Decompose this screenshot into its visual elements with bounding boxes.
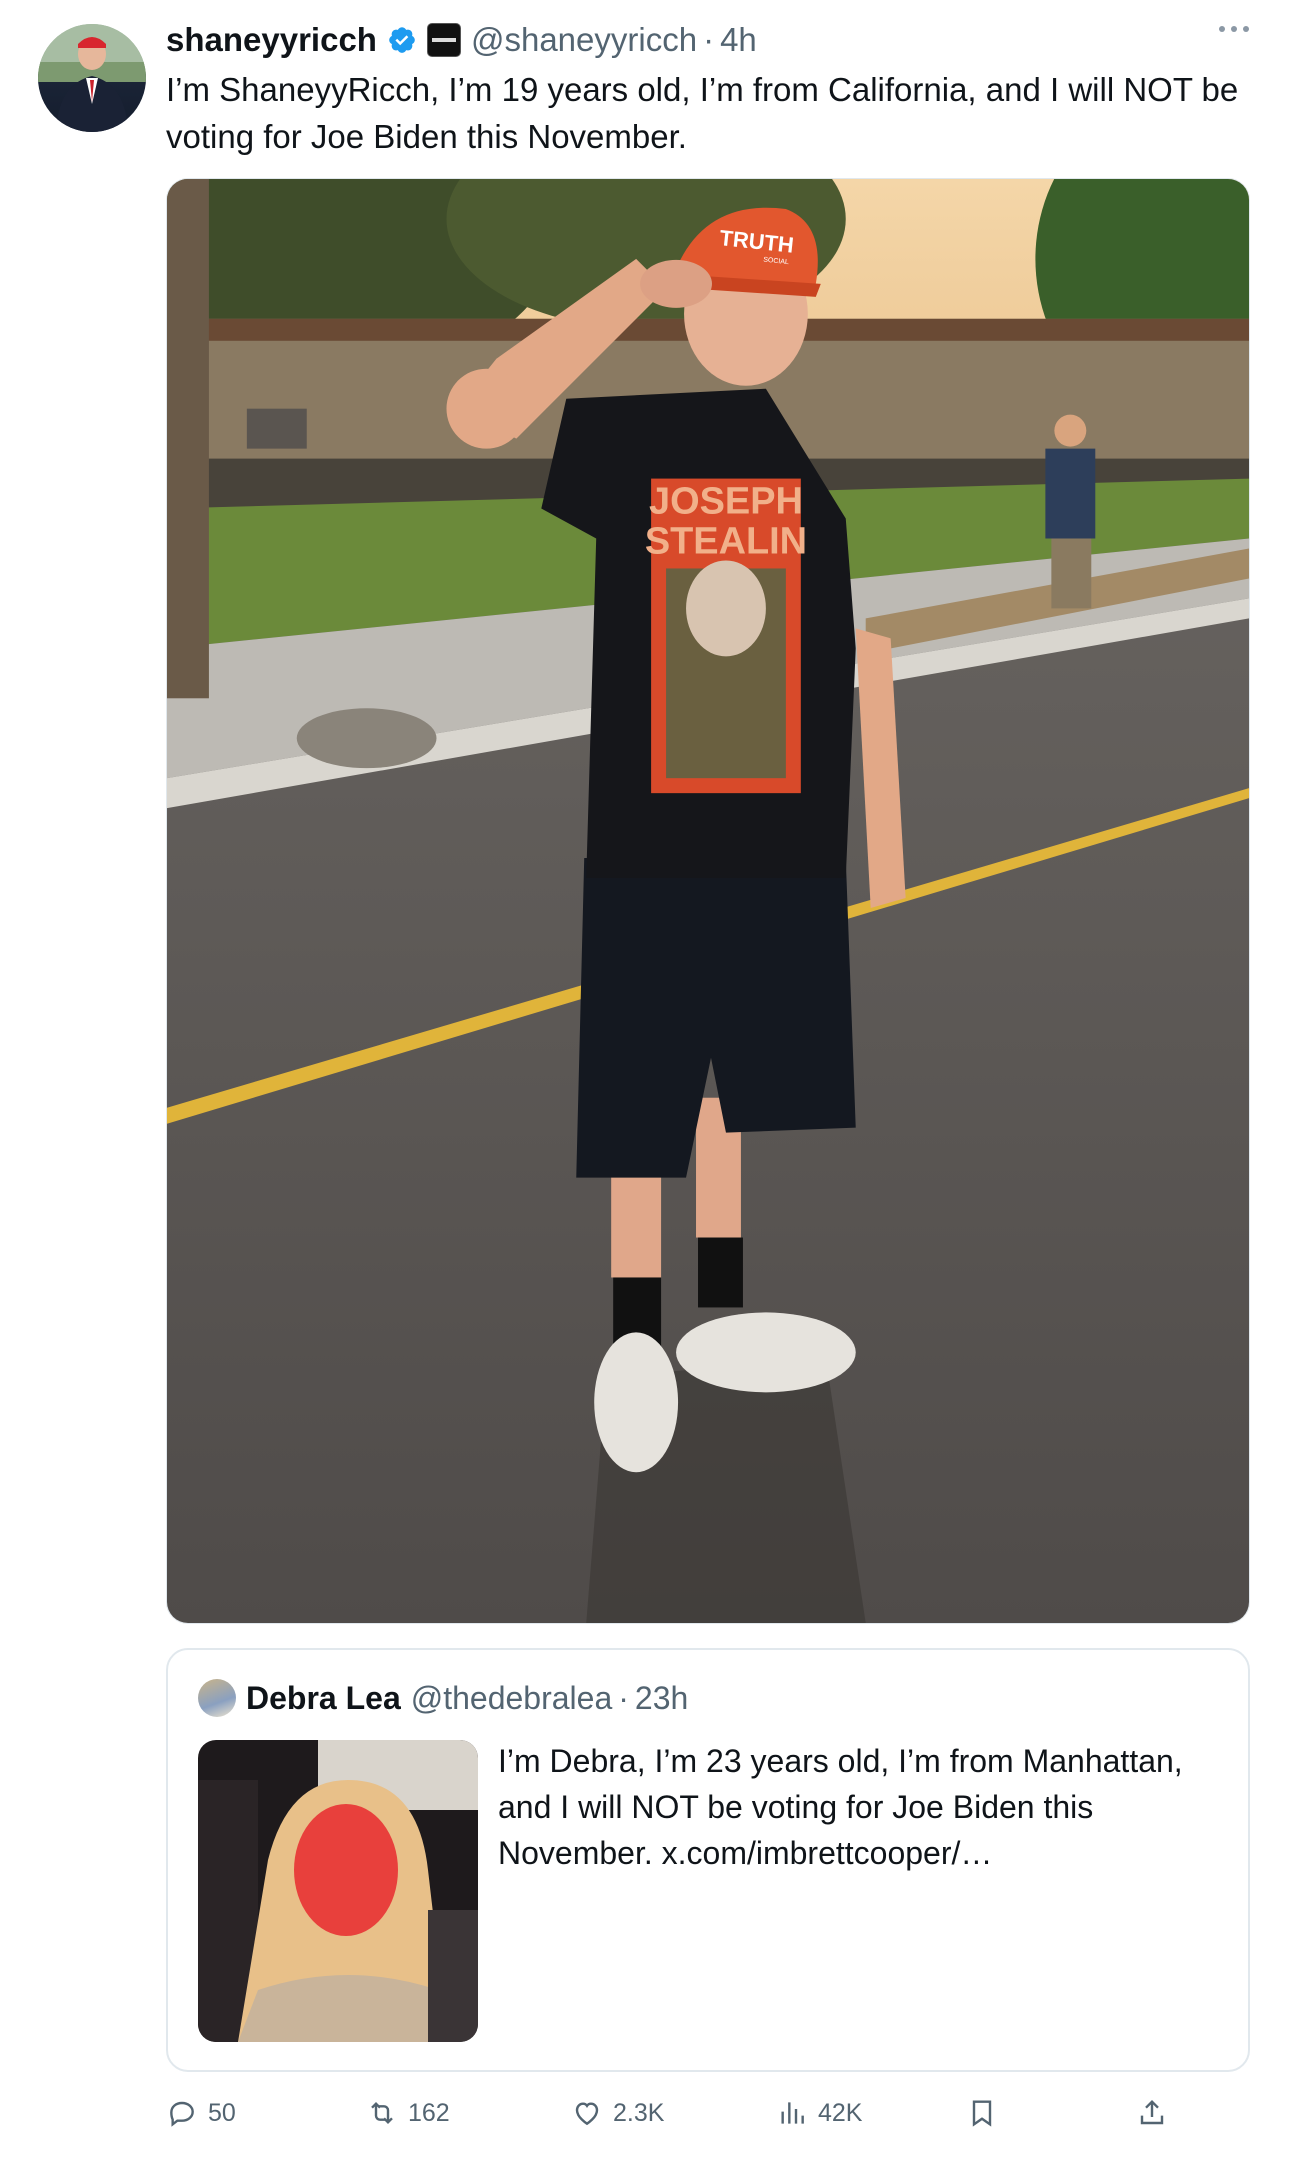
reply-icon [170, 2101, 194, 2127]
verified-badge-icon[interactable] [387, 25, 417, 55]
repost-button[interactable]: 162 [366, 2090, 450, 2136]
like-icon [575, 2102, 599, 2126]
share-button[interactable] [1136, 2090, 1168, 2136]
shirt-text-line1: JOSEPH [649, 481, 803, 523]
views-button[interactable]: 42K [776, 2090, 862, 2136]
author-handle[interactable]: @shaneyyricch [471, 21, 697, 59]
author-name[interactable]: shaneyyricch [166, 21, 377, 59]
quote-header: Debra Lea @thedebralea · 23h [198, 1678, 688, 1718]
views-icon [781, 2102, 804, 2124]
quote-author-handle[interactable]: @thedebralea [411, 1680, 613, 1717]
bookmark-icon [972, 2100, 992, 2127]
quote-timestamp[interactable]: 23h [635, 1680, 688, 1717]
quote-author-name[interactable]: Debra Lea [246, 1680, 401, 1717]
separator: · [618, 1679, 629, 1716]
reply-button[interactable]: 50 [166, 2090, 236, 2136]
repost-count: 162 [408, 2098, 450, 2127]
author-avatar[interactable] [38, 24, 146, 132]
action-bar: 50 162 2.3K 42K [166, 2090, 1250, 2136]
tweet-photo[interactable]: JOSEPH STEALIN TRUTH SOCIAL [166, 178, 1250, 1624]
tweet: shaneyyricch @shaneyyricch · 4h I’m Shan… [0, 0, 1293, 2159]
quoted-tweet[interactable]: Debra Lea @thedebralea · 23h I’m Debra, … [166, 1648, 1250, 2072]
like-count: 2.3K [613, 2098, 665, 2127]
separator: · [703, 21, 715, 58]
like-button[interactable]: 2.3K [571, 2090, 664, 2136]
quote-photo[interactable] [198, 1740, 478, 2042]
quote-avatar[interactable] [198, 1679, 236, 1717]
more-icon[interactable] [1219, 26, 1249, 32]
timestamp[interactable]: 4h [720, 21, 757, 59]
quote-text: I’m Debra, I’m 23 years old, I’m from Ma… [498, 1743, 1183, 1871]
repost-icon [371, 2101, 393, 2125]
share-icon [1140, 2099, 1164, 2125]
tweet-header: shaneyyricch @shaneyyricch · 4h [166, 18, 757, 62]
bookmark-button[interactable] [966, 2090, 998, 2136]
tweet-text: I’m ShaneyyRicch, I’m 19 years old, I’m … [166, 71, 1239, 155]
reply-count: 50 [208, 2098, 236, 2127]
views-count: 42K [818, 2098, 863, 2127]
affiliate-badge-icon[interactable] [426, 23, 461, 57]
shirt-text-line2: STEALIN [645, 520, 807, 562]
